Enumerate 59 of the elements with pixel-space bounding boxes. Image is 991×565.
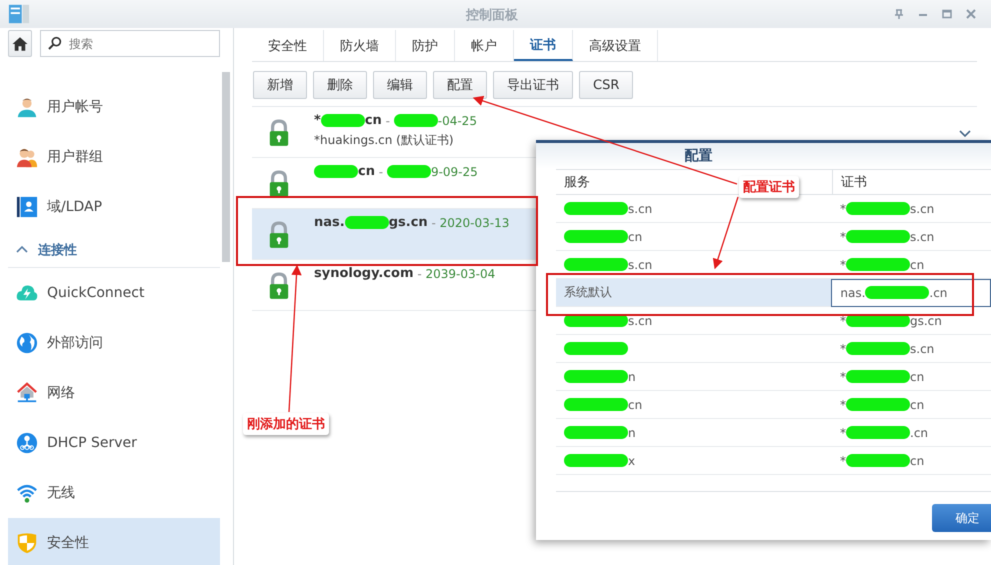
section-label: 连接性 — [38, 242, 77, 258]
expiry-date: 2020-03-13 — [440, 216, 510, 230]
name-text: .cn — [910, 426, 928, 440]
name-text: n — [628, 426, 636, 440]
default-certificate-text: *huakings.cn (默认证书) — [314, 132, 455, 149]
item-label: 安全性 — [47, 534, 89, 552]
window-title: 控制面板 — [466, 7, 518, 24]
name-text: * — [840, 230, 846, 244]
name-text: * — [840, 258, 846, 272]
item-label: 用户群组 — [47, 148, 103, 166]
expiry-date: 9-09-25 — [430, 164, 478, 178]
name-text: * — [840, 370, 846, 384]
column-header: 服务 — [564, 174, 590, 191]
name-text: cn — [364, 113, 382, 128]
name-text: s.cn — [910, 230, 934, 244]
name-text: cn — [628, 230, 642, 244]
expiry-date: 2039-03-04 — [425, 266, 496, 280]
name-text: nas. — [840, 286, 866, 300]
annotation-label: 配置证书 — [739, 176, 799, 198]
name-text: * — [840, 398, 846, 412]
name-text: .cn — [929, 286, 948, 300]
name-text: gs.cn — [910, 314, 942, 328]
item-label: 网络 — [47, 384, 75, 402]
name-text: cn — [910, 258, 924, 272]
name-text: cn — [910, 370, 924, 384]
name-text: s.cn — [910, 342, 934, 356]
name-text: s.cn — [628, 202, 652, 216]
name-text: * — [840, 342, 846, 356]
separator-text: - — [378, 164, 384, 178]
name-text: n — [628, 370, 636, 384]
item-label: DHCP Server — [47, 435, 137, 451]
name-text: s.cn — [628, 258, 652, 272]
separator-text: - — [430, 216, 437, 230]
name-text: x — [628, 454, 636, 468]
name-text: cn — [628, 398, 642, 412]
item-label: QuickConnect — [47, 285, 144, 301]
name-text: s.cn — [628, 314, 652, 328]
item-label: 域/LDAP — [47, 198, 102, 216]
separator-text: - — [416, 266, 423, 280]
annotation-label: 刚添加的证书 — [243, 413, 329, 435]
name-text: gs.cn — [388, 215, 428, 230]
name-text: synology.com — [314, 266, 414, 281]
item-label: 用户帐号 — [47, 98, 103, 116]
column-header: 证书 — [841, 174, 867, 191]
name-text: cn — [358, 164, 375, 179]
name-text: s.cn — [910, 202, 934, 216]
name-text: * — [840, 202, 846, 216]
name-text: * — [840, 426, 846, 440]
name-text: nas. — [314, 215, 345, 230]
name-text: cn — [910, 454, 924, 468]
name-text: cn — [910, 398, 924, 412]
separator-text: - — [384, 114, 391, 128]
name-text: * — [840, 314, 846, 328]
expiry-date: -04-25 — [438, 114, 477, 128]
item-label: 无线 — [47, 484, 75, 502]
name-text: 系统默认 — [564, 284, 612, 301]
name-text: * — [314, 113, 321, 128]
name-text: * — [840, 454, 846, 468]
item-label: 外部访问 — [47, 334, 103, 352]
